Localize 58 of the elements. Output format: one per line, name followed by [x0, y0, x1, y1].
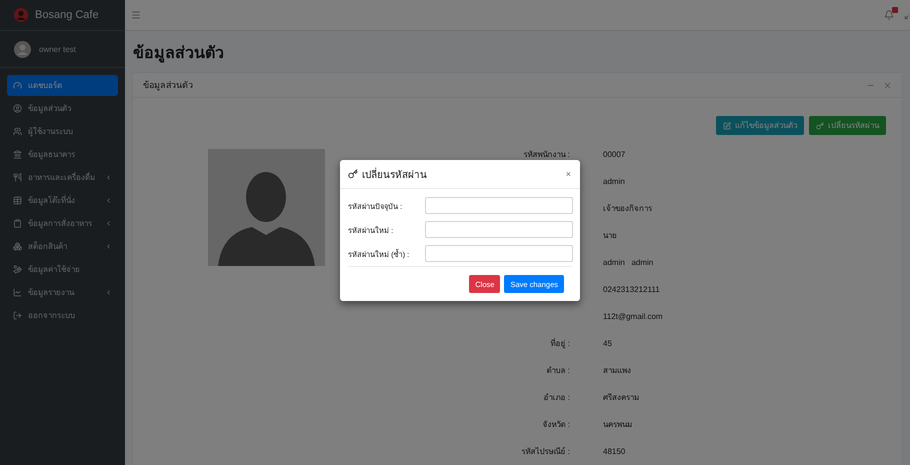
line-chart-icon: [13, 288, 22, 297]
field-value: admin: [603, 177, 626, 186]
sidebar-item[interactable]: อาหารและเครื่องดื่ม: [7, 167, 118, 188]
field-value: ศรีสงคราม: [603, 392, 640, 404]
close-icon[interactable]: [883, 80, 892, 90]
brand-name[interactable]: Bosang Cafe: [35, 9, 99, 21]
clipboard-icon: [13, 219, 22, 228]
field-value: 48150: [603, 447, 626, 456]
field-label: อำเภอ :: [544, 392, 570, 404]
users-icon: [13, 127, 22, 136]
key-icon: [816, 122, 824, 130]
field-value: 0242313212111: [603, 285, 661, 294]
field-label: ที่อยู่ :: [550, 337, 570, 350]
field-label: จังหวัด :: [542, 419, 570, 431]
card-title: ข้อมูลส่วนตัว: [143, 79, 193, 92]
page-title: ข้อมูลส่วนตัว: [132, 43, 225, 65]
landmark-icon: [13, 150, 22, 159]
field-value: 112t@gmail.com: [603, 312, 663, 321]
logo-icon: [14, 8, 28, 22]
sidebar-item[interactable]: ออกจากระบบ: [7, 305, 118, 326]
edit-profile-button[interactable]: แก้ไขข้อมูลส่วนตัว: [716, 116, 804, 135]
field-label: รหัสไปรษณีย์ :: [522, 446, 570, 458]
field-value: admin admin: [603, 258, 654, 267]
sidebar-item[interactable]: ผู้ใช้งานระบบ: [7, 121, 118, 142]
sidebar-item[interactable]: สต็อกสินค้า: [7, 236, 118, 257]
sidebar-item[interactable]: ข้อมูลโต๊ะที่นั่ง: [7, 190, 118, 211]
logout-icon: [13, 311, 22, 320]
user-circle-icon: [13, 104, 22, 113]
gauge-icon: [13, 81, 22, 90]
key-icon: [348, 169, 358, 179]
hand-coins-icon: [13, 265, 22, 274]
field-value: 00007: [603, 150, 626, 159]
dialog-close-button[interactable]: ×: [566, 169, 571, 179]
menu-icon[interactable]: [131, 10, 141, 20]
sidebar-item[interactable]: ข้อมูลธนาคาร: [7, 144, 118, 165]
boxes-icon: [13, 242, 22, 251]
sidebar-item[interactable]: ข้อมูลค่าใช้จ่าย: [7, 259, 118, 280]
user-name[interactable]: owner test: [39, 44, 76, 54]
field-value: 45: [603, 339, 613, 348]
field-value: เจ้าของกิจการ: [603, 203, 653, 215]
sidebar-item[interactable]: ข้อมูลรายงาน: [7, 282, 118, 303]
password-field[interactable]: [425, 197, 573, 214]
password-field[interactable]: [425, 245, 573, 262]
field-value: นาย: [603, 230, 618, 242]
sidebar-item[interactable]: ข้อมูลส่วนตัว: [7, 98, 118, 119]
sidebar-item[interactable]: แดชบอร์ด: [7, 75, 118, 96]
field-label: ตำบล :: [546, 365, 570, 377]
utensils-icon: [13, 173, 22, 182]
table-icon: [13, 196, 22, 205]
field-value: นครพนม: [603, 419, 633, 431]
field-value: สามแพง: [603, 365, 632, 377]
change-password-button[interactable]: เปลี่ยนรหัสผ่าน: [809, 116, 886, 135]
edit-icon: [723, 122, 731, 130]
sidebar-item[interactable]: ข้อมูลการสั่งอาหาร: [7, 213, 118, 234]
field-label: รหัสพนักงาน :: [524, 149, 570, 161]
password-field[interactable]: [425, 221, 573, 238]
avatar-icon: [14, 40, 31, 58]
dialog-title: เปลี่ยนรหัสผ่าน: [362, 166, 427, 182]
